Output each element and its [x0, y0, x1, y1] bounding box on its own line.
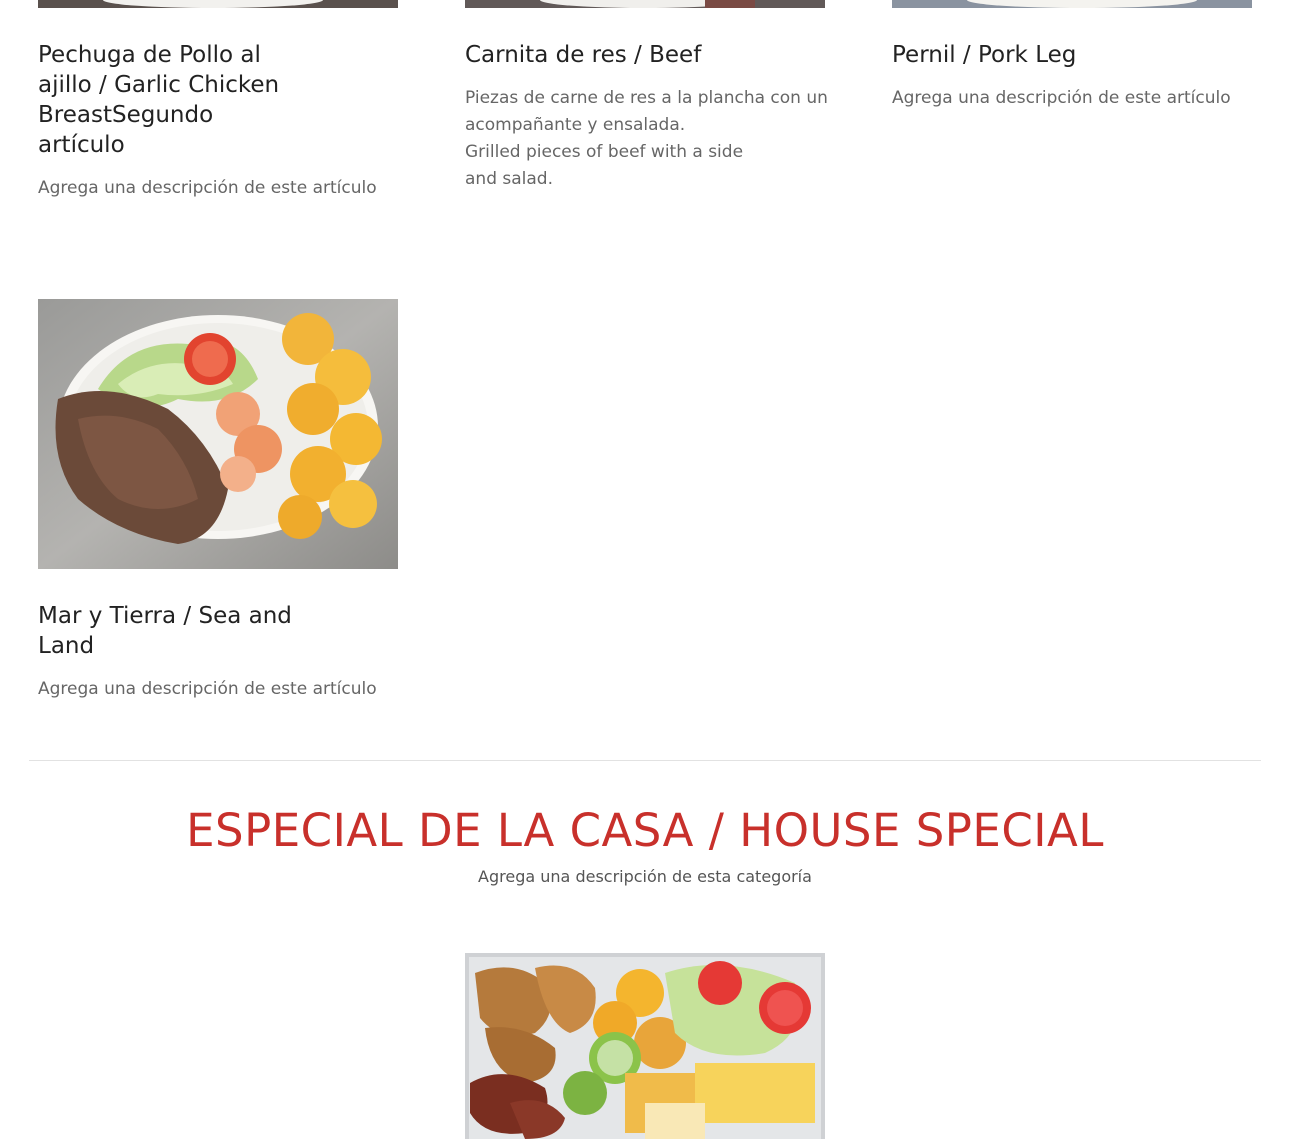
category-title: ESPECIAL DE LA CASA / HOUSE SPECIAL	[186, 804, 1104, 857]
item-image-carnita[interactable]	[465, 0, 825, 8]
item-image-mar-y-tierra[interactable]	[38, 299, 398, 569]
surf-and-turf-photo-icon	[38, 299, 398, 569]
section-divider	[29, 760, 1261, 761]
item-title-mar-y-tierra[interactable]: Mar y Tierra / Sea and Land	[38, 601, 358, 661]
house-special-platter-photo-icon	[465, 953, 825, 1139]
item-image-pernil[interactable]	[892, 0, 1252, 8]
item-title-carnita[interactable]: Carnita de res / Beef	[465, 40, 825, 70]
menu-page: Pechuga de Pollo al ajillo / Garlic Chic…	[0, 0, 1290, 1139]
item-description-pernil: Agrega una descripción de este artículo	[892, 88, 1231, 108]
item-image-pechuga[interactable]	[38, 0, 398, 8]
category-description: Agrega una descripción de esta categoría	[478, 867, 812, 886]
item-description-carnita: Piezas de carne de res a la plancha con …	[465, 88, 828, 189]
item-image-house-special[interactable]	[465, 953, 825, 1139]
item-title-pechuga[interactable]: Pechuga de Pollo al ajillo / Garlic Chic…	[38, 40, 358, 160]
item-description-pechuga: Agrega una descripción de este artículo	[38, 178, 377, 198]
item-title-pernil[interactable]: Pernil / Pork Leg	[892, 40, 1252, 70]
item-description-mar-y-tierra: Agrega una descripción de este artículo	[38, 679, 377, 699]
